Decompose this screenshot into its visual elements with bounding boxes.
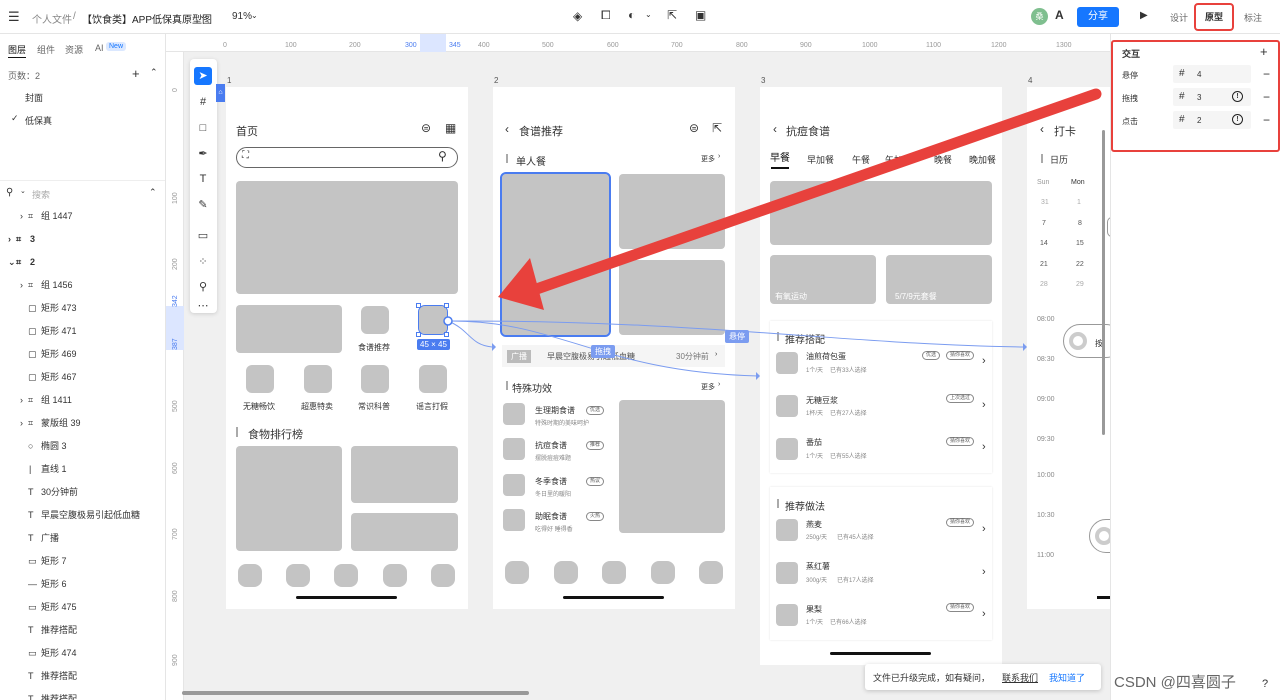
target-value: 3 [1197, 93, 1202, 102]
arrowhead-icon [492, 343, 496, 351]
frame-icon: # [1179, 68, 1185, 79]
connector-origin [443, 316, 453, 326]
help-button[interactable]: ? [1257, 676, 1273, 692]
toast: 文件已升级完成，如有疑问， 联系我们 我知道了 [865, 664, 1101, 690]
drag-connector [447, 320, 493, 348]
connector-overlay [443, 88, 1102, 380]
toast-text: 文件已升级完成，如有疑问， [873, 673, 991, 683]
panel-title: 交互 [1122, 49, 1141, 59]
right-panel: 交互 + 悬停 # 4 − 拖拽 # 3 ! − 点击 # 2 ! − [1110, 34, 1280, 700]
warning-icon[interactable]: ! [1232, 91, 1243, 102]
frame-icon: # [1179, 91, 1185, 102]
arrowhead-icon [756, 372, 760, 380]
interaction-trigger[interactable]: 悬停 [1122, 70, 1138, 81]
toast-dismiss-button[interactable]: 我知道了 [1049, 671, 1085, 684]
target-value: 4 [1197, 70, 1202, 79]
arrowhead-icon [1023, 343, 1027, 351]
frame-icon: # [1179, 114, 1185, 125]
target-value: 2 [1197, 116, 1202, 125]
watermark: CSDN @四喜圆子 [1114, 674, 1236, 691]
remove-icon[interactable]: − [1263, 113, 1270, 127]
drag-label: 拖拽 [591, 345, 615, 358]
toast-contact-link[interactable]: 联系我们 [1002, 671, 1038, 684]
annotation-arrow [522, 88, 1102, 298]
add-interaction-icon[interactable]: + [1260, 44, 1268, 59]
remove-icon[interactable]: − [1263, 90, 1270, 104]
warning-icon[interactable]: ! [1232, 114, 1243, 125]
interaction-trigger[interactable]: 点击 [1122, 116, 1138, 127]
remove-icon[interactable]: − [1263, 67, 1270, 81]
hover-label: 悬停 [725, 330, 749, 343]
interaction-trigger[interactable]: 拖拽 [1122, 93, 1138, 104]
